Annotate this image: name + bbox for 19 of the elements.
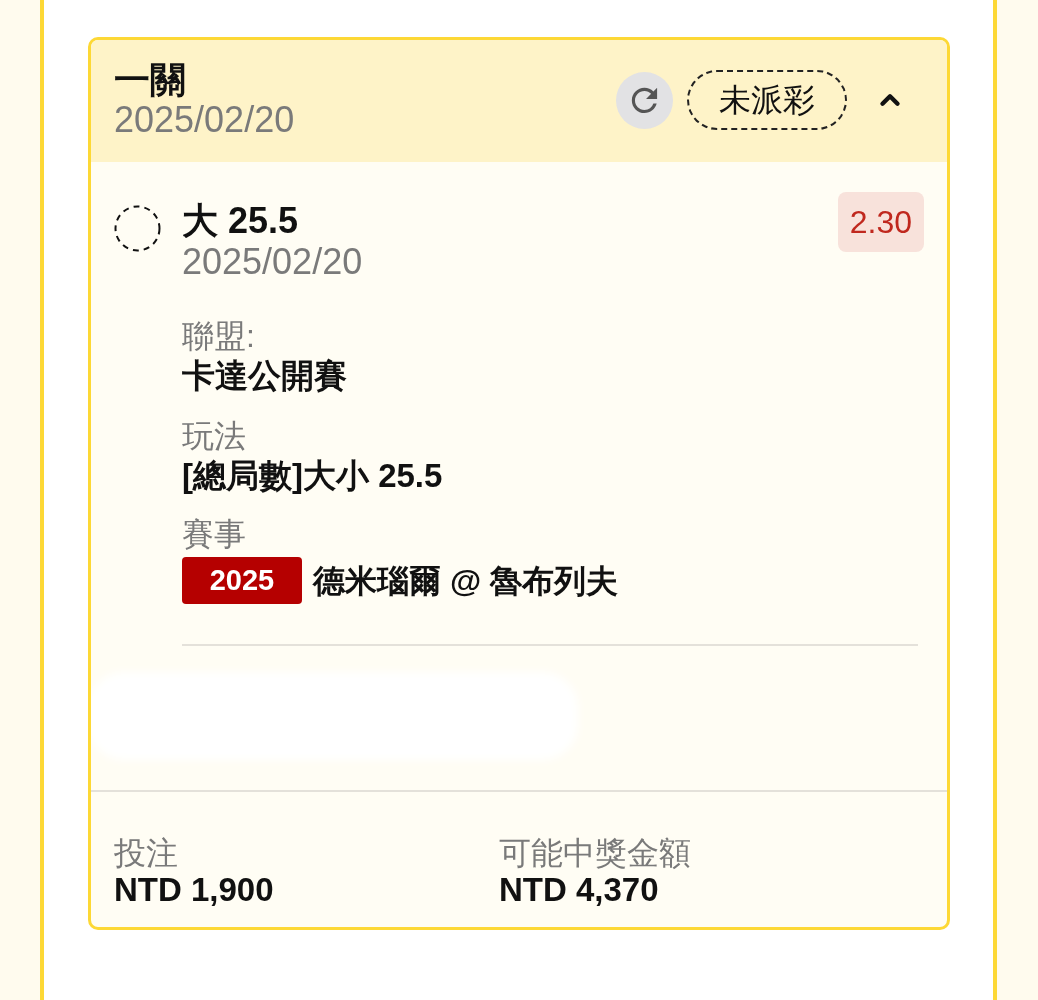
detail-label: 玩法: [182, 417, 246, 456]
status-badge: 未派彩: [687, 70, 847, 130]
detail-label: 聯盟:: [182, 317, 255, 356]
card-date: 2025/02/20: [114, 100, 295, 140]
dashed-circle-icon: [114, 205, 161, 252]
refresh-icon[interactable]: [616, 71, 673, 129]
summary-label: 投注: [114, 834, 178, 872]
match-name: 德米瑙爾 @ 魯布列夫: [313, 561, 618, 601]
card-title: 一關: [114, 60, 186, 100]
selection-name: 大 25.5: [182, 200, 299, 242]
detail-value: 卡達公開賽: [182, 356, 347, 396]
summary-value: NTD 1,900: [114, 872, 274, 908]
selection-date: 2025/02/20: [182, 242, 363, 282]
odds-badge: 2.30: [837, 192, 924, 252]
summary-label: 可能中獎金額: [499, 834, 691, 872]
detail-label: 賽事: [182, 515, 246, 554]
year-tag: 2025: [182, 557, 302, 604]
summary-value: NTD 4,370: [499, 872, 659, 908]
detail-value: [總局數]大小 25.5: [182, 456, 443, 496]
